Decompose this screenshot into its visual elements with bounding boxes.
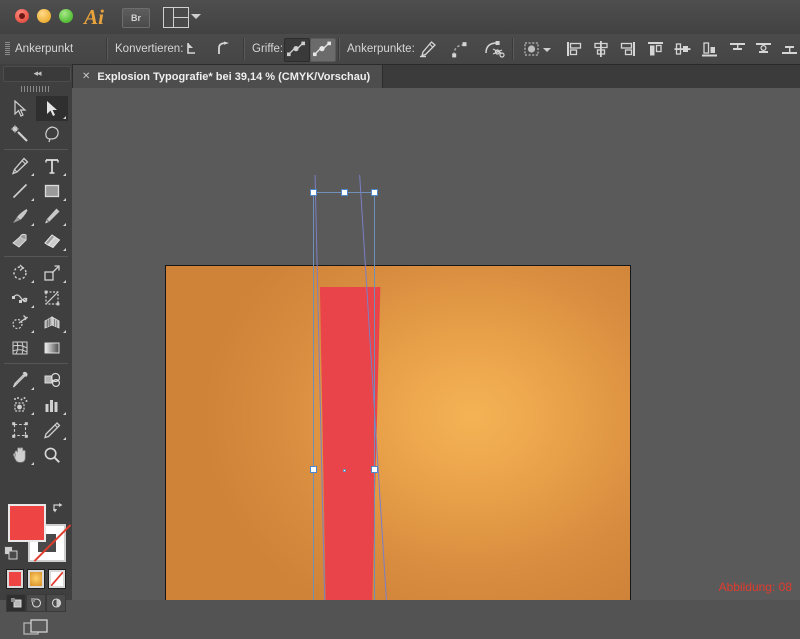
close-icon[interactable]: ✕ [82, 71, 90, 82]
tool-line-segment[interactable] [4, 178, 36, 203]
color-mode-solid[interactable] [6, 569, 24, 589]
chevron-down-icon[interactable] [191, 14, 201, 19]
handle-top-right[interactable] [371, 189, 378, 196]
align-bottom-icon[interactable] [699, 39, 721, 59]
show-handles-icon[interactable] [284, 38, 310, 62]
cut-path-at-anchor-icon[interactable] [483, 39, 505, 59]
tool-gradient[interactable] [36, 335, 68, 360]
tool-direct-selection[interactable] [36, 96, 68, 121]
align-left-icon[interactable] [563, 39, 585, 59]
minimize-window-button[interactable] [37, 9, 51, 23]
tools-panel: ◂◂ [0, 64, 73, 635]
document-tab-title: Explosion Typografie* bei 39,14 % (CMYK/… [97, 70, 371, 83]
context-label: Ankerpunkt [15, 43, 74, 55]
tool-width[interactable] [4, 285, 36, 310]
handle-middle-right[interactable] [371, 466, 378, 473]
document-tab-bar: ✕ Explosion Typografie* bei 39,14 % (CMY… [72, 65, 800, 89]
collapse-panel-button[interactable]: ◂◂ [3, 66, 71, 82]
convert-label: Konvertieren: [115, 43, 184, 55]
tool-perspective-grid[interactable] [36, 310, 68, 335]
align-right-icon[interactable] [617, 39, 639, 59]
illustrator-logo-icon: Ai [84, 5, 104, 29]
tool-rotate[interactable] [4, 260, 36, 285]
tool-pen[interactable] [4, 153, 36, 178]
center-point [343, 469, 346, 472]
tool-pencil[interactable] [36, 203, 68, 228]
bridge-button[interactable]: Br [122, 8, 150, 28]
workspace-switcher-icon[interactable] [163, 7, 189, 28]
tool-paintbrush[interactable] [4, 203, 36, 228]
tool-lasso[interactable] [36, 121, 68, 146]
color-mode-bar [6, 569, 68, 591]
distribute-vertical-center-icon[interactable] [753, 39, 775, 59]
align-vertical-center-icon[interactable] [672, 39, 694, 59]
illustrator-window: Ai Br Ankerpunkt Konvertieren: Griffe: A… [0, 0, 800, 635]
tool-scale[interactable] [36, 260, 68, 285]
color-mode-none[interactable] [48, 569, 66, 589]
divider [512, 38, 514, 60]
distribute-top-icon[interactable] [727, 39, 749, 59]
tool-hand[interactable] [4, 442, 36, 467]
toolbar-grip[interactable] [21, 86, 51, 92]
draw-behind-mode[interactable] [26, 594, 46, 612]
tool-type[interactable] [36, 153, 68, 178]
tool-column-graph[interactable] [36, 392, 68, 417]
drawing-mode-bar [6, 594, 68, 612]
swap-fill-stroke-icon[interactable] [52, 502, 66, 516]
tool-eyedropper[interactable] [4, 367, 36, 392]
selection-bounding-box [310, 189, 378, 600]
control-bar: Ankerpunkt Konvertieren: Griffe: Ankerpu… [0, 34, 800, 65]
tool-free-transform[interactable] [36, 285, 68, 310]
connect-anchor-points-icon[interactable] [450, 39, 472, 59]
remove-anchor-point-icon[interactable] [417, 39, 439, 59]
toolbox [4, 96, 68, 467]
tool-mesh[interactable] [4, 335, 36, 360]
change-screen-mode-icon[interactable] [22, 617, 50, 639]
tool-artboard[interactable] [4, 417, 36, 442]
tool-shape-builder[interactable] [4, 310, 36, 335]
align-horizontal-center-icon[interactable] [590, 39, 612, 59]
handle-middle-left[interactable] [310, 466, 317, 473]
artboard[interactable] [165, 175, 631, 600]
tool-rectangle[interactable] [36, 178, 68, 203]
align-top-icon[interactable] [645, 39, 667, 59]
chevron-down-icon[interactable] [543, 48, 551, 52]
document-tab[interactable]: ✕ Explosion Typografie* bei 39,14 % (CMY… [72, 65, 384, 88]
color-mode-gradient[interactable] [27, 569, 45, 589]
draw-normal-mode[interactable] [6, 594, 26, 612]
tool-blend[interactable] [36, 367, 68, 392]
tool-zoom[interactable] [36, 442, 68, 467]
isolate-selected-object-icon[interactable] [521, 39, 543, 59]
tool-eraser[interactable] [36, 228, 68, 253]
title-bar: Ai Br [0, 0, 800, 35]
handle-top-left[interactable] [310, 189, 317, 196]
convert-to-smooth-icon[interactable] [213, 39, 235, 59]
zoom-window-button[interactable] [59, 9, 73, 23]
default-fill-stroke-icon[interactable] [4, 546, 19, 561]
canvas-area[interactable]: Abbildung: 08 [72, 88, 800, 600]
anchor-points-label: Ankerpunkte: [347, 43, 415, 55]
tool-blob-brush[interactable] [4, 228, 36, 253]
distribute-bottom-icon[interactable] [779, 39, 800, 59]
control-bar-grip[interactable] [5, 42, 10, 56]
bbox-left-edge[interactable] [313, 192, 314, 600]
divider [338, 38, 340, 60]
divider [106, 38, 108, 60]
handle-top-center[interactable] [341, 189, 348, 196]
draw-inside-mode[interactable] [46, 594, 66, 612]
handles-label: Griffe: [252, 43, 284, 55]
hide-handles-icon[interactable] [310, 38, 336, 62]
convert-to-corner-icon[interactable] [182, 39, 204, 59]
tool-magic-wand[interactable] [4, 121, 36, 146]
tool-selection[interactable] [4, 96, 36, 121]
close-window-button[interactable] [15, 9, 29, 23]
fill-stroke-controls [4, 502, 68, 562]
divider [243, 38, 245, 60]
fill-swatch[interactable] [8, 504, 46, 542]
tool-symbol-sprayer[interactable] [4, 392, 36, 417]
figure-caption: Abbildung: 08 [718, 580, 792, 594]
bbox-right-edge[interactable] [374, 192, 375, 600]
tool-slice[interactable] [36, 417, 68, 442]
